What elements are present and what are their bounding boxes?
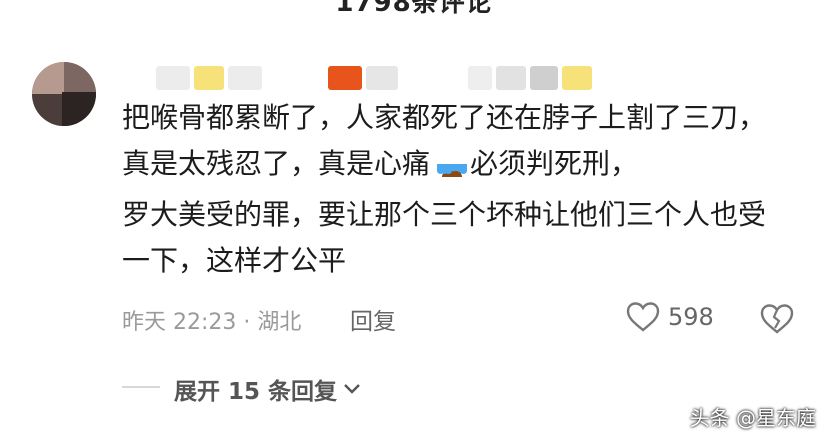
expand-replies-label: 展开 15 条回复 xyxy=(174,379,338,405)
like-count: 598 xyxy=(668,303,714,331)
comment-text-segment: 一下，这样才公平 xyxy=(122,244,347,277)
like-button[interactable]: 598 xyxy=(626,302,714,332)
reply-button[interactable]: 回复 xyxy=(350,302,396,336)
comment-line: 真是太残忍了，真是心痛 ，必须判死刑， xyxy=(122,141,812,192)
redaction-block xyxy=(366,66,398,90)
chevron-down-icon xyxy=(344,384,360,394)
redaction-block xyxy=(496,66,526,90)
broken-heart-icon xyxy=(760,304,794,334)
avatar-pixel xyxy=(62,92,96,126)
expand-replies-button[interactable]: 展开 15 条回复 xyxy=(174,372,361,406)
redaction-block xyxy=(562,66,592,90)
comment-body: 把喉骨都累断了，人家都死了还在脖子上割了三刀， 真是太残忍了，真是心痛 ，必须判死刑… xyxy=(122,95,812,284)
redaction-block xyxy=(530,66,558,90)
divider xyxy=(122,386,160,388)
username-redacted[interactable] xyxy=(128,64,598,90)
watermark: 头条 @星东庭 xyxy=(689,406,816,430)
redaction-block xyxy=(156,66,190,90)
comment-text-segment: 把喉骨都累断了，人家都死了还在脖子上割了三刀， xyxy=(122,101,767,134)
redaction-block xyxy=(328,66,362,90)
comment-text-segment: 真是太残忍了，真是心痛 xyxy=(122,147,431,180)
redaction-block xyxy=(468,66,492,90)
comment-line: 罗大美受的罪，要让那个三个坏种让他们三个人也受 xyxy=(122,192,812,238)
comment-line: 把喉骨都累断了，人家都死了还在脖子上割了三刀， xyxy=(122,95,812,141)
avatar[interactable] xyxy=(32,62,96,126)
avatar-pixel xyxy=(32,94,62,126)
heart-outline-icon xyxy=(626,302,660,332)
dislike-button[interactable] xyxy=(760,304,794,338)
comment-line: 一下，这样才公平 xyxy=(122,238,812,284)
comment-meta: 昨天 22:23 · 湖北 xyxy=(122,310,302,335)
comment-text-segment: 罗大美受的罪，要让那个三个坏种让他们三个人也受 xyxy=(122,198,767,231)
avatar-pixel xyxy=(32,62,66,96)
redaction-block xyxy=(228,66,262,90)
comment-text-segment: ，必须判死刑， xyxy=(442,147,639,180)
redaction-block xyxy=(194,66,224,90)
avatar-pixel xyxy=(64,62,96,92)
comment-count-title: 1798条评论 xyxy=(335,0,493,18)
comment-screen: 1798条评论 把喉骨都累断了，人家都死了还在脖子上割了三刀， 真是太残忍了，真是… xyxy=(0,0,828,438)
